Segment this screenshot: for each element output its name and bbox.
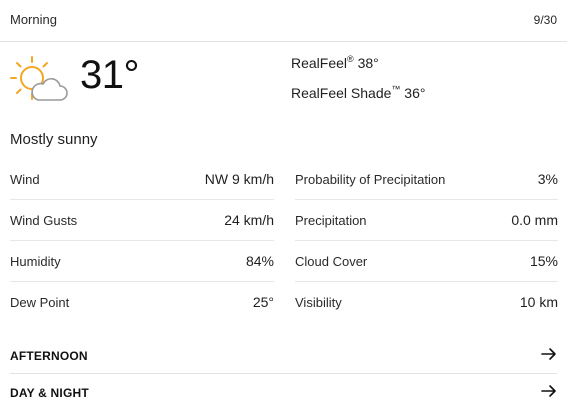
- detail-label: Humidity: [10, 254, 61, 269]
- detail-row-wind: Wind NW 9 km/h: [10, 159, 274, 200]
- detail-row-precip-probability: Probability of Precipitation 3%: [295, 159, 558, 200]
- detail-label: Wind Gusts: [10, 213, 78, 228]
- detail-label: Wind: [10, 172, 40, 187]
- realfeel-shade-value: 36°: [404, 85, 426, 101]
- details-right-column: Probability of Precipitation 3% Precipit…: [295, 159, 558, 323]
- detail-value: NW 9 km/h: [204, 171, 274, 187]
- trademark-mark: ®: [347, 54, 354, 64]
- period-header: Morning 9/30: [0, 0, 567, 42]
- weather-phrase: Mostly sunny: [10, 131, 98, 148]
- detail-value: 3%: [537, 171, 558, 187]
- realfeel-shade: RealFeel Shade™ 36°: [291, 84, 426, 101]
- arrow-right-icon: [541, 385, 556, 397]
- detail-label: Cloud Cover: [295, 254, 368, 269]
- detail-label: Probability of Precipitation: [295, 172, 446, 187]
- realfeel-label: RealFeel: [291, 55, 348, 71]
- detail-label: Visibility: [295, 295, 342, 310]
- arrow-right-icon: [541, 348, 556, 360]
- afternoon-link[interactable]: AFTERNOON: [10, 338, 557, 374]
- detail-value: 24 km/h: [224, 212, 274, 228]
- realfeel-shade-label: RealFeel Shade: [291, 85, 392, 101]
- detail-value: 10 km: [519, 294, 558, 310]
- afternoon-link-label: AFTERNOON: [10, 349, 88, 363]
- detail-value: 25°: [252, 294, 274, 310]
- detail-row-cloud-cover: Cloud Cover 15%: [295, 241, 558, 282]
- detail-value: 84%: [245, 253, 274, 269]
- current-conditions: 31° RealFeel® 38° RealFeel Shade™ 36°: [0, 43, 567, 123]
- detail-label: Dew Point: [10, 295, 70, 310]
- detail-value: 15%: [529, 253, 558, 269]
- current-temperature: 31°: [80, 53, 140, 97]
- detail-label: Precipitation: [295, 213, 367, 228]
- realfeel-value: 38°: [357, 55, 379, 71]
- day-night-link-label: DAY & NIGHT: [10, 386, 89, 400]
- detail-value: 0.0 mm: [511, 212, 558, 228]
- detail-row-wind-gusts: Wind Gusts 24 km/h: [10, 200, 274, 241]
- day-night-link[interactable]: DAY & NIGHT: [10, 375, 557, 409]
- detail-row-dew-point: Dew Point 25°: [10, 282, 274, 323]
- partly-sunny-icon: [10, 56, 68, 101]
- detail-row-precipitation: Precipitation 0.0 mm: [295, 200, 558, 241]
- period-title: Morning: [10, 12, 57, 27]
- details-left-column: Wind NW 9 km/h Wind Gusts 24 km/h Humidi…: [10, 159, 274, 323]
- realfeel: RealFeel® 38°: [291, 54, 379, 71]
- detail-row-humidity: Humidity 84%: [10, 241, 274, 282]
- forecast-date: 9/30: [533, 13, 557, 27]
- trademark-mark: ™: [391, 84, 401, 94]
- detail-row-visibility: Visibility 10 km: [295, 282, 558, 323]
